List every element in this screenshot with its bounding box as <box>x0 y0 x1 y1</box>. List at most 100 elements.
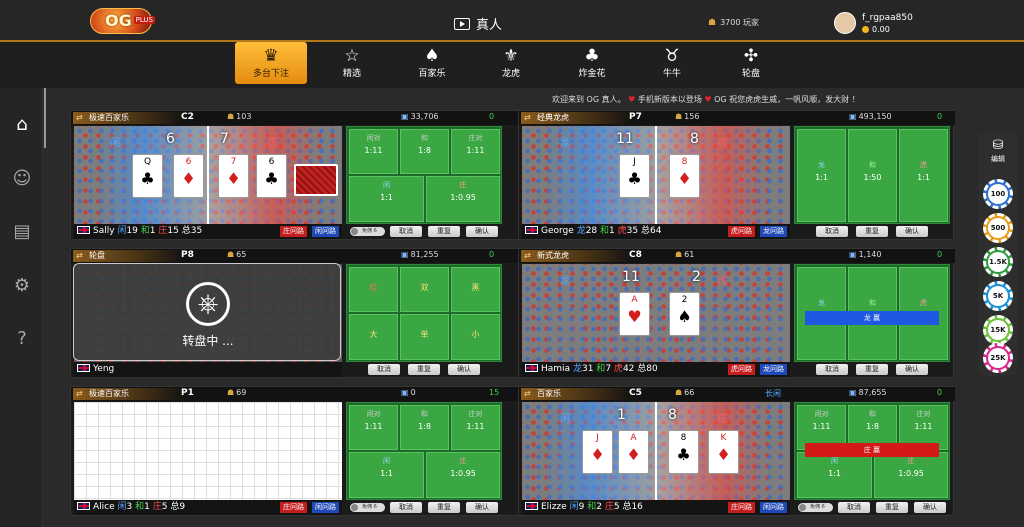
repeat-button[interactable]: 重复 <box>428 502 460 513</box>
users-icon[interactable]: ☺ <box>11 168 33 190</box>
cancel-button[interactable]: 取消 <box>838 502 870 513</box>
bet-banker[interactable]: 庄 1:0.95 <box>426 176 500 222</box>
gear-icon[interactable]: ⚙ <box>11 275 33 297</box>
table-footer: Sally 闲19 和1 庄15 总35 庄问路 闲问路 <box>74 224 342 239</box>
chip-500[interactable]: 500 <box>983 213 1013 243</box>
dealer-name: Hamia <box>541 364 571 374</box>
confirm-button[interactable]: 确认 <box>896 226 928 237</box>
cancel-button[interactable]: 取消 <box>390 226 422 237</box>
bet-player-pair[interactable]: 闲对 1:11 <box>349 129 398 174</box>
bet-banker[interactable]: 庄 1:0.95 <box>874 452 948 498</box>
bet-dragon[interactable]: 龙 1:1 <box>797 129 846 222</box>
bet-small[interactable]: 小 <box>451 314 500 360</box>
chip-1-5k[interactable]: 1.5K <box>983 247 1013 277</box>
repeat-button[interactable]: 重复 <box>856 226 888 237</box>
players-icon: ☗ <box>227 250 235 259</box>
bet-odd[interactable]: 单 <box>400 314 449 360</box>
dragon-icon: ⚜ <box>503 46 519 66</box>
bet-player-pair[interactable]: 闲对 1:11 <box>349 405 398 450</box>
tab-three-card[interactable]: ♣ 炸金花 <box>556 42 628 86</box>
help-icon[interactable]: ? <box>11 328 33 350</box>
bet-black[interactable]: 黑 <box>451 267 500 312</box>
edit-chips-button[interactable]: 编辑 <box>978 154 1018 164</box>
table-pool: ▣ 81,255 <box>401 250 439 259</box>
bet-banker-pair[interactable]: 庄对 1:11 <box>451 405 500 450</box>
bet-tie[interactable]: 和 1:8 <box>400 405 449 450</box>
tab-baccarat[interactable]: ♠ 百家乐 <box>396 42 468 86</box>
table-card-p7[interactable]: 经典龙虎 P7 ☗156 ▣493,150 0 龙 11 虎 8 J♣ 8♦ G… <box>518 110 955 240</box>
bet-banker-pair[interactable]: 庄对 1:11 <box>451 129 500 174</box>
chip-5k[interactable]: 5K <box>983 281 1013 311</box>
dragon-predict-button[interactable]: 龙问路 <box>760 364 787 375</box>
bet-big[interactable]: 大 <box>349 314 398 360</box>
table-name: 经典龙虎 <box>521 112 633 124</box>
confirm-button[interactable]: 确认 <box>466 502 498 513</box>
cancel-button[interactable]: 取消 <box>816 364 848 375</box>
table-name: 百家乐 <box>521 388 633 400</box>
tiger-predict-button[interactable]: 虎问路 <box>728 226 755 237</box>
bet-tiger[interactable]: 虎 1:1 <box>899 129 948 222</box>
table-card-c8[interactable]: 新式龙虎 C8 ☗61 ▣1,140 0 龙 11 虎 2 A♥ 2♠ Hami… <box>518 248 955 378</box>
playing-card: A ♥ <box>619 292 650 336</box>
repeat-button[interactable]: 重复 <box>408 364 440 375</box>
bet-tie[interactable]: 和 1:8 <box>400 129 449 174</box>
repeat-button[interactable]: 重复 <box>428 226 460 237</box>
bet-area: 闲对 1:11 和 1:8 庄对 1:11 闲 1:1 庄 1:0.95 <box>346 126 502 224</box>
dragon-predict-button[interactable]: 龙问路 <box>760 226 787 237</box>
bet-player[interactable]: 闲 1:1 <box>797 452 872 498</box>
banker-predict-button[interactable]: 庄问路 <box>728 502 755 513</box>
table-card-p1[interactable]: 极速百家乐 P1 ☗69 ▣0 15 Alice 闲3 和1 庄5 总9 庄问路… <box>70 386 529 516</box>
confirm-button[interactable]: 确认 <box>896 364 928 375</box>
playing-card: A ♦ <box>618 430 649 474</box>
bet-red[interactable]: 红 <box>349 267 398 312</box>
player-predict-button[interactable]: 闲问路 <box>760 502 787 513</box>
cancel-button[interactable]: 取消 <box>390 502 422 513</box>
chip-25k[interactable]: 25K <box>983 343 1013 373</box>
banker-predict-button[interactable]: 庄问路 <box>280 502 307 513</box>
bet-tie[interactable]: 和 1:50 <box>848 129 897 222</box>
tab-niu-niu[interactable]: ♉ 牛牛 <box>636 42 708 86</box>
repeat-button[interactable]: 重复 <box>856 364 888 375</box>
chip-100[interactable]: 100 <box>983 179 1013 209</box>
cancel-button[interactable]: 取消 <box>816 226 848 237</box>
table-counter: 0 <box>937 388 943 397</box>
og-logo[interactable]: OG PLUS <box>90 8 155 34</box>
player-predict-button[interactable]: 闲问路 <box>312 502 339 513</box>
banker-predict-button[interactable]: 庄问路 <box>280 226 307 237</box>
tab-roulette[interactable]: ✣ 轮盘 <box>715 42 787 86</box>
table-header: 经典龙虎 P7 ☗156 ▣493,150 0 <box>519 111 955 125</box>
playing-card: J ♦ <box>582 430 613 474</box>
table-counter: 0 <box>937 112 943 121</box>
tiger-predict-button[interactable]: 虎问路 <box>728 364 755 375</box>
commission-free-toggle[interactable]: 免佣 6 <box>350 227 385 236</box>
bet-banker[interactable]: 庄 1:0.95 <box>426 452 500 498</box>
commission-free-toggle[interactable]: 免佣 6 <box>798 503 833 512</box>
star-icon: ☆ <box>344 46 360 66</box>
repeat-button[interactable]: 重复 <box>876 502 908 513</box>
clipboard-icon[interactable]: ▤ <box>11 221 33 243</box>
tab-featured[interactable]: ☆ 精选 <box>316 42 388 86</box>
player-predict-button[interactable]: 闲问路 <box>312 226 339 237</box>
bet-player[interactable]: 闲 1:1 <box>349 452 424 498</box>
confirm-button[interactable]: 确认 <box>466 226 498 237</box>
confirm-button[interactable]: 确认 <box>448 364 480 375</box>
avatar[interactable] <box>834 12 856 34</box>
tab-dragon-tiger[interactable]: ⚜ 龙虎 <box>475 42 547 86</box>
commission-free-toggle[interactable]: 免佣 6 <box>350 503 385 512</box>
cancel-button[interactable]: 取消 <box>368 364 400 375</box>
table-name: 极速百家乐 <box>73 112 185 124</box>
bet-even[interactable]: 双 <box>400 267 449 312</box>
confirm-button[interactable]: 确认 <box>914 502 946 513</box>
bet-player[interactable]: 闲 1:1 <box>349 176 424 222</box>
gift-icon: ▣ <box>401 388 409 397</box>
scrollbar[interactable] <box>44 88 46 148</box>
bet-controls: 取消 重复 确认 <box>346 362 502 377</box>
home-icon[interactable]: ⌂ <box>11 114 33 136</box>
table-card-c5[interactable]: 百家乐 C5 ☗66 长闲 ▣87,655 0 闲 1 庄 8 J♦ A♦ 8♣… <box>518 386 955 516</box>
tab-multi-table[interactable]: ♛ 多台下注 <box>235 42 307 84</box>
table-card-c2[interactable]: 极速百家乐 C2 ☗103 ▣33,706 0 闲 6 庄 7 Q♣ 6♦ 7♦… <box>70 110 529 240</box>
player-score: 6 <box>166 131 175 147</box>
chip-15k[interactable]: 15K <box>983 315 1013 345</box>
table-counter: 0 <box>937 250 943 259</box>
table-counter: 15 <box>489 388 500 397</box>
